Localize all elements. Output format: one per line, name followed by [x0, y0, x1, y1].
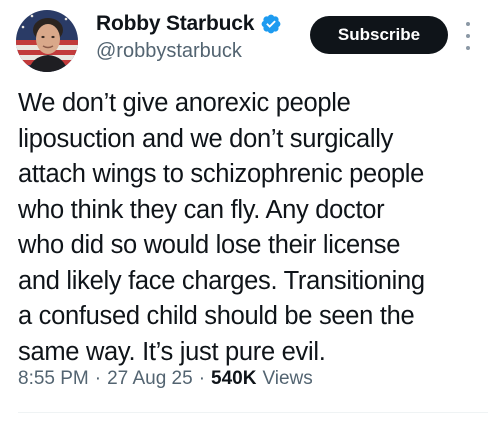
tweet-text: We don’t give anorexic people liposuctio… — [18, 86, 488, 370]
tweet-line: liposuction and we don’t surgically — [18, 124, 394, 153]
author-handle[interactable]: @robbystarbuck — [96, 40, 242, 63]
meta-separator: · — [94, 368, 102, 389]
display-name[interactable]: Robby Starbuck — [96, 12, 254, 36]
more-dot — [466, 22, 470, 26]
tweet-line: We don’t give anorexic people — [18, 89, 351, 117]
views-count: 540K — [211, 368, 257, 389]
tweet-line: a confused child should be seen the — [18, 302, 415, 330]
divider — [18, 412, 488, 413]
subscribe-button[interactable]: Subscribe — [310, 16, 448, 54]
tweet-time[interactable]: 8:55 PM — [18, 368, 89, 390]
tweet-line: who did so would lose their license — [18, 231, 401, 259]
tweet-line: attach wings to schizophrenic people — [18, 160, 424, 188]
more-options-icon[interactable] — [460, 22, 476, 50]
more-dot — [466, 34, 470, 38]
avatar[interactable] — [16, 10, 78, 72]
tweet-line: who think they can fly. Any doctor — [18, 195, 385, 224]
tweet-line: and likely face charges. Transitioning — [18, 266, 425, 295]
tweet-card: Robby Starbuck @robbystarbuck Subscribe … — [0, 0, 500, 427]
tweet-line: same way. It’s just pure evil. — [18, 337, 326, 366]
verified-badge-icon[interactable] — [260, 13, 282, 35]
author-name-row: Robby Starbuck — [96, 12, 282, 36]
tweet-date[interactable]: 27 Aug 25 — [107, 368, 193, 390]
more-dot — [466, 46, 470, 50]
meta-separator: · — [198, 368, 206, 389]
profile-photo-icon — [16, 10, 78, 72]
views-label: Views — [262, 368, 313, 389]
tweet-meta: 8:55 PM · 27 Aug 25 · 540K Views — [18, 368, 313, 390]
